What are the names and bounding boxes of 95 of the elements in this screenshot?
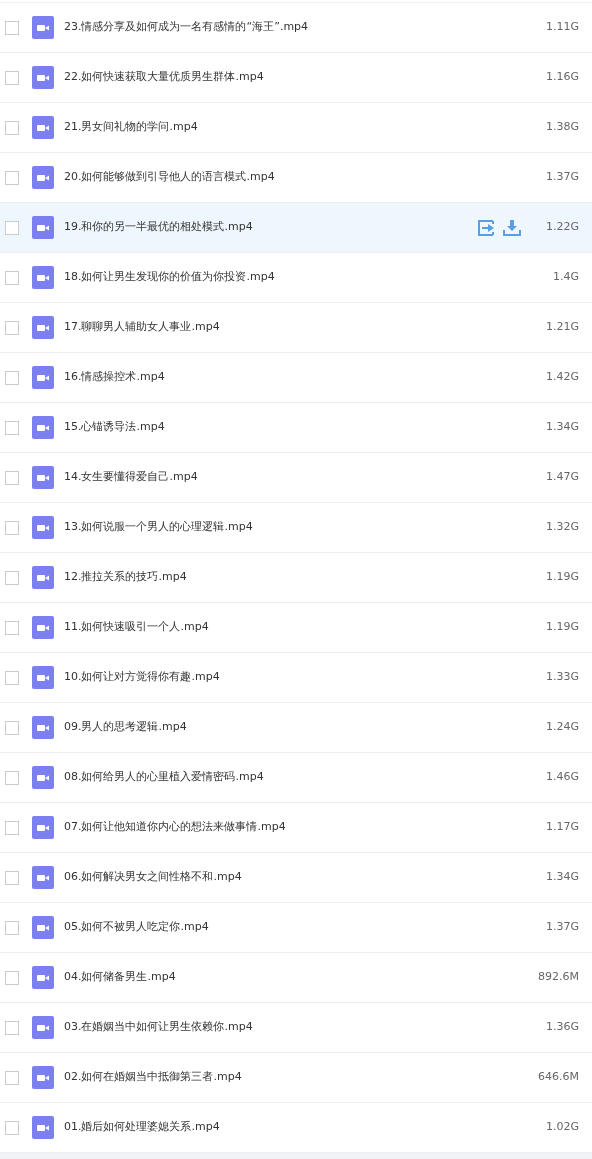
file-name[interactable]: 19.和你的另一半最优的相处模式.mp4: [64, 219, 478, 236]
file-size: 1.22G: [545, 219, 579, 236]
file-name[interactable]: 22.如何快速获取大量优质男生群体.mp4: [64, 69, 546, 86]
video-file-icon: [32, 166, 54, 189]
video-file-icon: [32, 1066, 54, 1089]
file-name[interactable]: 07.如何让他知道你内心的想法来做事情.mp4: [64, 819, 546, 836]
checkbox[interactable]: [5, 370, 19, 385]
checkbox[interactable]: [5, 1120, 19, 1135]
video-file-icon: [32, 416, 54, 439]
file-name[interactable]: 20.如何能够做到引导他人的语言模式.mp4: [64, 169, 546, 186]
file-size: 1.34G: [545, 419, 579, 436]
video-file-icon: [32, 716, 54, 739]
video-file-icon: [32, 616, 54, 639]
file-size: 1.11G: [545, 19, 579, 36]
video-file-icon: [32, 1116, 54, 1139]
file-name[interactable]: 21.男女间礼物的学问.mp4: [64, 119, 546, 136]
checkbox[interactable]: [5, 970, 19, 985]
file-name[interactable]: 18.如何让男生发现你的价值为你投资.mp4: [64, 269, 553, 286]
video-file-icon: [32, 466, 54, 489]
checkbox[interactable]: [5, 270, 19, 285]
checkbox[interactable]: [5, 670, 19, 685]
checkbox[interactable]: [5, 770, 19, 785]
file-size: 1.46G: [545, 769, 579, 786]
checkbox[interactable]: [5, 20, 19, 35]
file-name[interactable]: 10.如何让对方觉得你有趣.mp4: [64, 669, 546, 686]
checkbox[interactable]: [5, 120, 19, 135]
file-size: 1.34G: [545, 869, 579, 886]
file-size: 1.19G: [545, 569, 579, 586]
checkbox[interactable]: [5, 220, 19, 235]
file-size: 1.37G: [545, 169, 579, 186]
file-size: 1.42G: [545, 369, 579, 386]
file-size: 646.6M: [538, 1069, 579, 1086]
video-file-icon: [32, 16, 54, 39]
file-size: 1.36G: [545, 1019, 579, 1036]
file-size: 1.47G: [545, 469, 579, 486]
file-name[interactable]: 08.如何给男人的心里植入爱情密码.mp4: [64, 769, 546, 786]
file-name[interactable]: 02.如何在婚姻当中抵御第三者.mp4: [64, 1069, 538, 1086]
move-icon[interactable]: [477, 219, 495, 236]
file-size: 1.38G: [545, 119, 579, 136]
file-name[interactable]: 17.聊聊男人辅助女人事业.mp4: [64, 319, 546, 336]
file-name[interactable]: 15.心锚诱导法.mp4: [64, 419, 546, 436]
file-name[interactable]: 04.如何储备男生.mp4: [64, 969, 538, 986]
file-size: 1.4G: [552, 269, 579, 286]
file-size: 1.02G: [545, 1119, 579, 1136]
video-file-icon: [32, 566, 54, 589]
file-name[interactable]: 03.在婚姻当中如何让男生依赖你.mp4: [64, 1019, 546, 1036]
video-file-icon: [32, 1016, 54, 1039]
file-size: 1.33G: [545, 669, 579, 686]
file-name[interactable]: 14.女生要懂得爱自己.mp4: [64, 469, 546, 486]
checkbox[interactable]: [5, 520, 19, 535]
checkbox[interactable]: [5, 870, 19, 885]
video-file-icon: [32, 866, 54, 889]
file-size: 1.24G: [545, 719, 579, 736]
file-name[interactable]: 23.情感分享及如何成为一名有感情的“海王”.mp4: [64, 19, 546, 36]
file-size: 1.19G: [545, 619, 579, 636]
file-name[interactable]: 16.情感操控术.mp4: [64, 369, 546, 386]
checkbox[interactable]: [5, 570, 19, 585]
checkbox[interactable]: [5, 170, 19, 185]
checkbox[interactable]: [5, 1070, 19, 1085]
checkbox[interactable]: [5, 620, 19, 635]
file-name[interactable]: 13.如何说服一个男人的心理逻辑.mp4: [64, 519, 546, 536]
video-file-icon: [32, 816, 54, 839]
video-file-icon: [32, 916, 54, 939]
file-size: 1.17G: [545, 819, 579, 836]
checkbox[interactable]: [5, 470, 19, 485]
video-file-icon: [32, 216, 54, 239]
checkbox[interactable]: [5, 720, 19, 735]
download-icon[interactable]: [502, 219, 521, 236]
video-file-icon: [32, 766, 54, 789]
file-row[interactable]: 19.和你的另一半最优的相处模式.mp4 1.22G: [0, 203, 592, 253]
checkbox[interactable]: [5, 820, 19, 835]
file-name[interactable]: 09.男人的思考逻辑.mp4: [64, 719, 546, 736]
file-name[interactable]: 05.如何不被男人吃定你.mp4: [64, 919, 546, 936]
file-name[interactable]: 12.推拉关系的技巧.mp4: [64, 569, 546, 586]
video-file-icon: [32, 966, 54, 989]
file-name[interactable]: 01.婚后如何处理婆媳关系.mp4: [64, 1119, 546, 1136]
file-size: 892.6M: [538, 969, 579, 986]
checkbox[interactable]: [5, 320, 19, 335]
checkbox[interactable]: [5, 70, 19, 85]
file-size: 1.37G: [545, 919, 579, 936]
file-size: 1.16G: [545, 69, 579, 86]
checkbox[interactable]: [5, 1020, 19, 1035]
video-file-icon: [32, 366, 54, 389]
checkbox[interactable]: [5, 920, 19, 935]
file-name[interactable]: 06.如何解决男女之间性格不和.mp4: [64, 869, 546, 886]
file-name[interactable]: 11.如何快速吸引一个人.mp4: [64, 619, 546, 636]
file-size: 1.32G: [545, 519, 579, 536]
checkbox[interactable]: [5, 420, 19, 435]
video-file-icon: [32, 116, 54, 139]
video-file-icon: [32, 666, 54, 689]
video-file-icon: [32, 316, 54, 339]
video-file-icon: [32, 516, 54, 539]
video-file-icon: [32, 266, 54, 289]
file-size: 1.21G: [545, 319, 579, 336]
video-file-icon: [32, 66, 54, 89]
